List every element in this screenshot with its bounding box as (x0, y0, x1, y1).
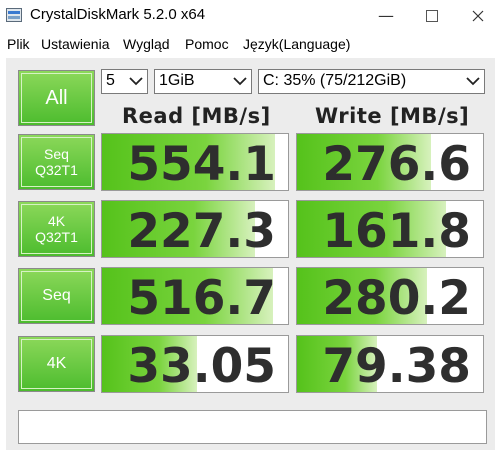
seq-q32t1-button[interactable]: Seq Q32T1 (18, 134, 95, 190)
seq-button[interactable]: Seq (18, 268, 95, 324)
write-value: 79.38 (322, 339, 471, 393)
menu-bar: Plik Ustawienia Wygląd Pomoc Język(Langu… (0, 31, 501, 57)
menu-jezyk[interactable]: Język(Language) (243, 36, 350, 52)
window-title: CrystalDiskMark 5.2.0 x64 (30, 6, 206, 23)
test-count-select[interactable]: 5 (101, 69, 148, 94)
chevron-down-icon (129, 77, 143, 86)
4k-read-cell: 33.05 (101, 335, 289, 393)
read-value: 33.05 (127, 339, 276, 393)
chevron-down-icon (466, 77, 480, 86)
menu-ustawienia[interactable]: Ustawienia (41, 36, 109, 52)
menu-wyglad[interactable]: Wygląd (123, 36, 170, 52)
comment-field[interactable] (18, 410, 487, 444)
seq-read-cell: 516.7 (101, 267, 289, 325)
seq-write-cell: 280.2 (296, 267, 484, 325)
menu-pomoc[interactable]: Pomoc (185, 36, 229, 52)
minimize-button[interactable]: — (363, 0, 409, 31)
write-value: 280.2 (322, 271, 471, 325)
seq-q32t1-read-cell: 554.1 (101, 133, 289, 191)
seq-q32t1-write-cell: 276.6 (296, 133, 484, 191)
write-header: Write [MB/s] (315, 104, 470, 128)
write-value: 276.6 (322, 137, 471, 191)
4k-q32t1-write-cell: 161.8 (296, 200, 484, 258)
all-button[interactable]: All (18, 70, 95, 126)
4k-button[interactable]: 4K (18, 336, 95, 392)
test-count-value: 5 (106, 72, 115, 89)
button-highlight (21, 271, 92, 321)
title-bar: CrystalDiskMark 5.2.0 x64 — (0, 0, 501, 31)
drive-value: C: 35% (75/212GiB) (263, 72, 407, 89)
read-value: 227.3 (127, 204, 276, 258)
all-button-highlight (21, 73, 92, 123)
4k-q32t1-read-cell: 227.3 (101, 200, 289, 258)
button-highlight (21, 204, 92, 254)
test-size-select[interactable]: 1GiB (154, 69, 252, 94)
button-highlight (21, 339, 92, 389)
maximize-button[interactable] (409, 0, 455, 31)
app-icon (6, 8, 22, 22)
minimize-icon: — (378, 6, 394, 25)
4k-write-cell: 79.38 (296, 335, 484, 393)
close-button[interactable] (455, 0, 501, 31)
drive-select[interactable]: C: 35% (75/212GiB) (258, 69, 485, 94)
write-value: 161.8 (322, 204, 471, 258)
test-size-value: 1GiB (159, 72, 195, 89)
chevron-down-icon (233, 77, 247, 86)
read-value: 554.1 (127, 137, 276, 191)
menu-plik[interactable]: Plik (7, 36, 30, 52)
button-highlight (21, 137, 92, 187)
maximize-icon (426, 9, 438, 22)
read-value: 516.7 (127, 271, 276, 325)
4k-q32t1-button[interactable]: 4K Q32T1 (18, 201, 95, 257)
close-icon (472, 10, 484, 21)
read-header: Read [MB/s] (122, 104, 271, 128)
